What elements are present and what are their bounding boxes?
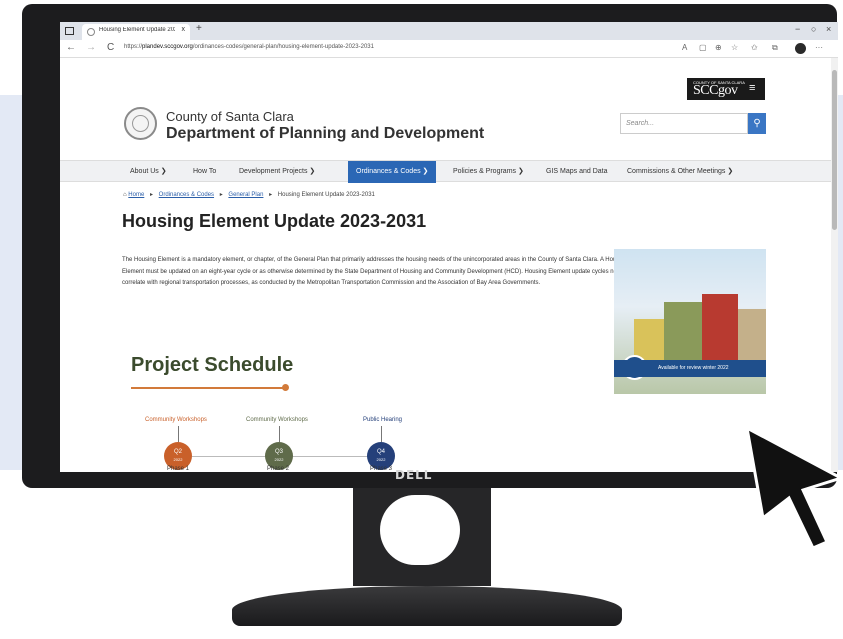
breadcrumb-general-plan[interactable]: General Plan <box>228 192 263 198</box>
nav-ordinances-codes[interactable]: Ordinances & Codes ❯ <box>348 161 437 183</box>
read-aloud-icon[interactable]: A <box>682 43 687 52</box>
url-path: /ordinances-codes/general-plan/housing-e… <box>192 44 374 50</box>
breadcrumb-current: Housing Element Update 2023-2031 <box>277 192 375 198</box>
home-icon: ⌂ <box>123 192 127 198</box>
minimize-button[interactable]: − <box>795 24 800 34</box>
breadcrumb-separator: ▸ <box>269 192 273 198</box>
new-tab-button[interactable]: + <box>196 23 202 34</box>
tab-close-icon[interactable]: x <box>182 26 186 33</box>
profile-avatar[interactable] <box>795 43 806 54</box>
favorites-icon[interactable]: ✩ <box>751 43 758 52</box>
milestone-phase: Phase 1 <box>167 466 190 472</box>
photo-caption: Available for review winter 2022 <box>614 360 766 377</box>
title-underline <box>131 387 285 389</box>
tab-title: Housing Element Update 2023-2031 <box>99 27 175 33</box>
milestone-arrow <box>178 426 179 442</box>
reload-icon[interactable]: C <box>107 42 114 53</box>
page-title: Housing Element Update 2023-2031 <box>122 211 427 231</box>
url-domain: plandev.sccgov.org <box>142 44 193 50</box>
nav-policies-programs[interactable]: Policies & Programs ❯ <box>453 161 524 183</box>
maximize-button[interactable]: ○ <box>811 24 816 34</box>
search-input[interactable]: Search... <box>620 113 748 134</box>
close-button[interactable]: × <box>826 24 831 34</box>
favicon-icon <box>87 28 95 36</box>
browser-tab[interactable]: Housing Element Update 2023-2031 x <box>82 24 190 40</box>
tab-bar: Housing Element Update 2023-2031 x + − ○… <box>60 22 838 40</box>
main-nav: About Us ❯ How To Development Projects ❯… <box>60 160 831 183</box>
breadcrumb-separator: ▸ <box>219 192 223 198</box>
back-icon[interactable]: ← <box>66 42 76 53</box>
milestone-year: 2022 <box>274 457 284 462</box>
more-icon[interactable]: ··· <box>815 43 823 52</box>
schedule-title: Project Schedule <box>131 354 294 376</box>
milestone-phase: Phase 2 <box>267 466 290 472</box>
collections-icon[interactable]: ⧉ <box>772 43 778 53</box>
scrollbar[interactable] <box>831 58 838 472</box>
breadcrumb-separator: ▸ <box>149 192 153 198</box>
reader-icon[interactable]: ▢ <box>699 43 707 52</box>
favorite-icon[interactable]: ☆ <box>731 43 738 52</box>
search-icon[interactable]: ⚲ <box>748 113 766 134</box>
address-bar: ← → C https://plandev.sccgov.org/ordinan… <box>60 40 838 58</box>
zoom-icon[interactable]: ⊕ <box>715 43 722 52</box>
milestone-arrow <box>279 426 280 442</box>
title-underline-dot <box>282 384 289 391</box>
milestone-label: Community Workshops <box>145 417 207 423</box>
forward-icon[interactable]: → <box>86 42 96 53</box>
milestone-phase: Phase 3 <box>370 466 393 472</box>
dell-logo: DELL <box>395 468 433 482</box>
monitor-stand-hole <box>380 495 460 565</box>
scene: Housing Element Update 2023-2031 x + − ○… <box>0 0 843 639</box>
milestone-year: 2022 <box>376 457 386 462</box>
window-icon[interactable] <box>65 27 74 35</box>
milestone-label: Community Workshops <box>246 417 308 423</box>
nav-commissions[interactable]: Commissions & Other Meetings ❯ <box>627 161 733 183</box>
breadcrumb-ordinances[interactable]: Ordinances & Codes <box>159 192 214 198</box>
milestone-quarter: Q2 <box>173 449 182 455</box>
nav-development-projects[interactable]: Development Projects ❯ <box>239 161 315 183</box>
milestone-label: Public Hearing <box>363 417 403 423</box>
milestone-quarter: Q3 <box>274 449 283 455</box>
monitor-stand-base <box>232 586 622 626</box>
monitor: Housing Element Update 2023-2031 x + − ○… <box>22 4 838 488</box>
org-name: County of Santa Clara <box>166 109 294 124</box>
department-name: Department of Planning and Development <box>166 125 485 142</box>
milestone-quarter: Q4 <box>376 449 385 455</box>
housing-photo[interactable]: ▤ Available for review winter 2022 <box>614 249 766 394</box>
sccgov-logo[interactable]: COUNTY OF SANTA CLARA SCCgov ≡ <box>687 78 765 100</box>
nav-about-us[interactable]: About Us ❯ <box>130 161 167 183</box>
nav-gis-maps[interactable]: GIS Maps and Data <box>546 161 607 183</box>
milestone-year: 2022 <box>173 457 183 462</box>
intro-paragraph: The Housing Element is a mandatory eleme… <box>122 257 628 286</box>
county-seal-icon <box>124 107 157 140</box>
breadcrumb: ⌂ Home ▸ Ordinances & Codes ▸ General Pl… <box>123 191 375 198</box>
url-field[interactable]: https://plandev.sccgov.org/ordinances-co… <box>124 44 374 50</box>
breadcrumb-home[interactable]: Home <box>128 192 144 198</box>
brand-text: SCCgov <box>693 83 738 98</box>
menu-icon[interactable]: ≡ <box>749 82 755 94</box>
browser-window: Housing Element Update 2023-2031 x + − ○… <box>60 22 838 472</box>
nav-how-to[interactable]: How To <box>193 161 216 183</box>
milestone-arrow <box>381 426 382 442</box>
scroll-thumb[interactable] <box>832 70 837 230</box>
url-prefix: https:// <box>124 44 143 50</box>
mouse-cursor-icon <box>745 425 843 550</box>
